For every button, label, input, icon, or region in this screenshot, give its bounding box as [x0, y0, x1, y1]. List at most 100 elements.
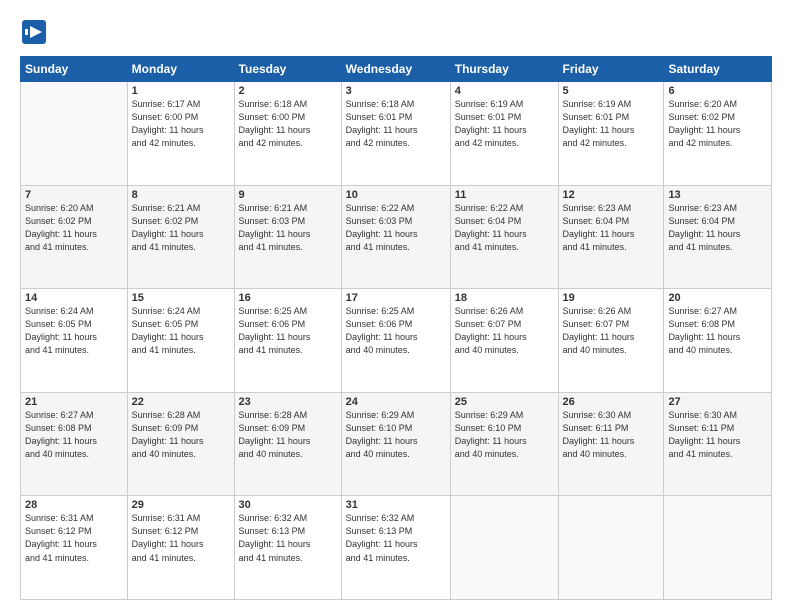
calendar-cell: 7Sunrise: 6:20 AM Sunset: 6:02 PM Daylig…: [21, 185, 128, 289]
day-info: Sunrise: 6:28 AM Sunset: 6:09 PM Dayligh…: [239, 409, 337, 461]
day-info: Sunrise: 6:19 AM Sunset: 6:01 PM Dayligh…: [563, 98, 660, 150]
day-number: 19: [563, 292, 660, 304]
calendar-cell: 26Sunrise: 6:30 AM Sunset: 6:11 PM Dayli…: [558, 392, 664, 496]
calendar-cell: 24Sunrise: 6:29 AM Sunset: 6:10 PM Dayli…: [341, 392, 450, 496]
calendar-cell: 31Sunrise: 6:32 AM Sunset: 6:13 PM Dayli…: [341, 496, 450, 600]
day-number: 27: [668, 396, 767, 408]
day-info: Sunrise: 6:25 AM Sunset: 6:06 PM Dayligh…: [239, 305, 337, 357]
day-info: Sunrise: 6:22 AM Sunset: 6:04 PM Dayligh…: [455, 202, 554, 254]
day-number: 14: [25, 292, 123, 304]
calendar-cell: 15Sunrise: 6:24 AM Sunset: 6:05 PM Dayli…: [127, 289, 234, 393]
calendar-cell: 13Sunrise: 6:23 AM Sunset: 6:04 PM Dayli…: [664, 185, 772, 289]
day-number: 20: [668, 292, 767, 304]
day-number: 7: [25, 189, 123, 201]
day-number: 13: [668, 189, 767, 201]
day-number: 24: [346, 396, 446, 408]
day-info: Sunrise: 6:19 AM Sunset: 6:01 PM Dayligh…: [455, 98, 554, 150]
day-number: 5: [563, 85, 660, 97]
day-number: 2: [239, 85, 337, 97]
day-info: Sunrise: 6:22 AM Sunset: 6:03 PM Dayligh…: [346, 202, 446, 254]
header: [20, 18, 772, 46]
header-day-friday: Friday: [558, 57, 664, 82]
day-info: Sunrise: 6:21 AM Sunset: 6:03 PM Dayligh…: [239, 202, 337, 254]
day-info: Sunrise: 6:29 AM Sunset: 6:10 PM Dayligh…: [346, 409, 446, 461]
calendar-cell: 5Sunrise: 6:19 AM Sunset: 6:01 PM Daylig…: [558, 82, 664, 186]
calendar-cell: [558, 496, 664, 600]
calendar-cell: 20Sunrise: 6:27 AM Sunset: 6:08 PM Dayli…: [664, 289, 772, 393]
day-info: Sunrise: 6:23 AM Sunset: 6:04 PM Dayligh…: [668, 202, 767, 254]
header-day-tuesday: Tuesday: [234, 57, 341, 82]
header-day-sunday: Sunday: [21, 57, 128, 82]
day-number: 18: [455, 292, 554, 304]
calendar-cell: 17Sunrise: 6:25 AM Sunset: 6:06 PM Dayli…: [341, 289, 450, 393]
day-number: 17: [346, 292, 446, 304]
calendar-header-row: SundayMondayTuesdayWednesdayThursdayFrid…: [21, 57, 772, 82]
day-number: 22: [132, 396, 230, 408]
calendar-cell: 25Sunrise: 6:29 AM Sunset: 6:10 PM Dayli…: [450, 392, 558, 496]
day-info: Sunrise: 6:28 AM Sunset: 6:09 PM Dayligh…: [132, 409, 230, 461]
calendar-week-row: 1Sunrise: 6:17 AM Sunset: 6:00 PM Daylig…: [21, 82, 772, 186]
day-info: Sunrise: 6:31 AM Sunset: 6:12 PM Dayligh…: [132, 512, 230, 564]
day-info: Sunrise: 6:30 AM Sunset: 6:11 PM Dayligh…: [563, 409, 660, 461]
day-number: 12: [563, 189, 660, 201]
header-day-monday: Monday: [127, 57, 234, 82]
day-info: Sunrise: 6:32 AM Sunset: 6:13 PM Dayligh…: [239, 512, 337, 564]
calendar-cell: 19Sunrise: 6:26 AM Sunset: 6:07 PM Dayli…: [558, 289, 664, 393]
calendar-table: SundayMondayTuesdayWednesdayThursdayFrid…: [20, 56, 772, 600]
day-number: 4: [455, 85, 554, 97]
day-number: 30: [239, 499, 337, 511]
day-number: 25: [455, 396, 554, 408]
header-day-wednesday: Wednesday: [341, 57, 450, 82]
day-info: Sunrise: 6:31 AM Sunset: 6:12 PM Dayligh…: [25, 512, 123, 564]
day-info: Sunrise: 6:18 AM Sunset: 6:00 PM Dayligh…: [239, 98, 337, 150]
calendar-cell: 23Sunrise: 6:28 AM Sunset: 6:09 PM Dayli…: [234, 392, 341, 496]
calendar-cell: 22Sunrise: 6:28 AM Sunset: 6:09 PM Dayli…: [127, 392, 234, 496]
calendar-cell: [450, 496, 558, 600]
calendar-cell: 12Sunrise: 6:23 AM Sunset: 6:04 PM Dayli…: [558, 185, 664, 289]
day-info: Sunrise: 6:25 AM Sunset: 6:06 PM Dayligh…: [346, 305, 446, 357]
day-info: Sunrise: 6:20 AM Sunset: 6:02 PM Dayligh…: [668, 98, 767, 150]
header-day-thursday: Thursday: [450, 57, 558, 82]
day-info: Sunrise: 6:24 AM Sunset: 6:05 PM Dayligh…: [132, 305, 230, 357]
day-number: 3: [346, 85, 446, 97]
calendar-cell: [664, 496, 772, 600]
day-number: 23: [239, 396, 337, 408]
day-number: 6: [668, 85, 767, 97]
calendar-cell: 10Sunrise: 6:22 AM Sunset: 6:03 PM Dayli…: [341, 185, 450, 289]
logo: [20, 18, 50, 46]
day-number: 21: [25, 396, 123, 408]
calendar-week-row: 21Sunrise: 6:27 AM Sunset: 6:08 PM Dayli…: [21, 392, 772, 496]
day-number: 9: [239, 189, 337, 201]
calendar-cell: 6Sunrise: 6:20 AM Sunset: 6:02 PM Daylig…: [664, 82, 772, 186]
calendar-cell: [21, 82, 128, 186]
calendar-cell: 9Sunrise: 6:21 AM Sunset: 6:03 PM Daylig…: [234, 185, 341, 289]
calendar-cell: 30Sunrise: 6:32 AM Sunset: 6:13 PM Dayli…: [234, 496, 341, 600]
day-number: 26: [563, 396, 660, 408]
day-info: Sunrise: 6:27 AM Sunset: 6:08 PM Dayligh…: [25, 409, 123, 461]
calendar-cell: 27Sunrise: 6:30 AM Sunset: 6:11 PM Dayli…: [664, 392, 772, 496]
calendar-cell: 4Sunrise: 6:19 AM Sunset: 6:01 PM Daylig…: [450, 82, 558, 186]
header-day-saturday: Saturday: [664, 57, 772, 82]
day-info: Sunrise: 6:24 AM Sunset: 6:05 PM Dayligh…: [25, 305, 123, 357]
calendar-week-row: 28Sunrise: 6:31 AM Sunset: 6:12 PM Dayli…: [21, 496, 772, 600]
day-info: Sunrise: 6:32 AM Sunset: 6:13 PM Dayligh…: [346, 512, 446, 564]
day-number: 29: [132, 499, 230, 511]
calendar-cell: 3Sunrise: 6:18 AM Sunset: 6:01 PM Daylig…: [341, 82, 450, 186]
day-info: Sunrise: 6:17 AM Sunset: 6:00 PM Dayligh…: [132, 98, 230, 150]
calendar-cell: 16Sunrise: 6:25 AM Sunset: 6:06 PM Dayli…: [234, 289, 341, 393]
day-number: 1: [132, 85, 230, 97]
calendar-cell: 1Sunrise: 6:17 AM Sunset: 6:00 PM Daylig…: [127, 82, 234, 186]
calendar-cell: 28Sunrise: 6:31 AM Sunset: 6:12 PM Dayli…: [21, 496, 128, 600]
day-info: Sunrise: 6:26 AM Sunset: 6:07 PM Dayligh…: [563, 305, 660, 357]
day-info: Sunrise: 6:30 AM Sunset: 6:11 PM Dayligh…: [668, 409, 767, 461]
day-number: 16: [239, 292, 337, 304]
page: SundayMondayTuesdayWednesdayThursdayFrid…: [0, 0, 792, 612]
calendar-cell: 8Sunrise: 6:21 AM Sunset: 6:02 PM Daylig…: [127, 185, 234, 289]
day-info: Sunrise: 6:23 AM Sunset: 6:04 PM Dayligh…: [563, 202, 660, 254]
calendar-cell: 21Sunrise: 6:27 AM Sunset: 6:08 PM Dayli…: [21, 392, 128, 496]
day-number: 11: [455, 189, 554, 201]
day-info: Sunrise: 6:18 AM Sunset: 6:01 PM Dayligh…: [346, 98, 446, 150]
day-info: Sunrise: 6:20 AM Sunset: 6:02 PM Dayligh…: [25, 202, 123, 254]
day-info: Sunrise: 6:27 AM Sunset: 6:08 PM Dayligh…: [668, 305, 767, 357]
day-info: Sunrise: 6:29 AM Sunset: 6:10 PM Dayligh…: [455, 409, 554, 461]
